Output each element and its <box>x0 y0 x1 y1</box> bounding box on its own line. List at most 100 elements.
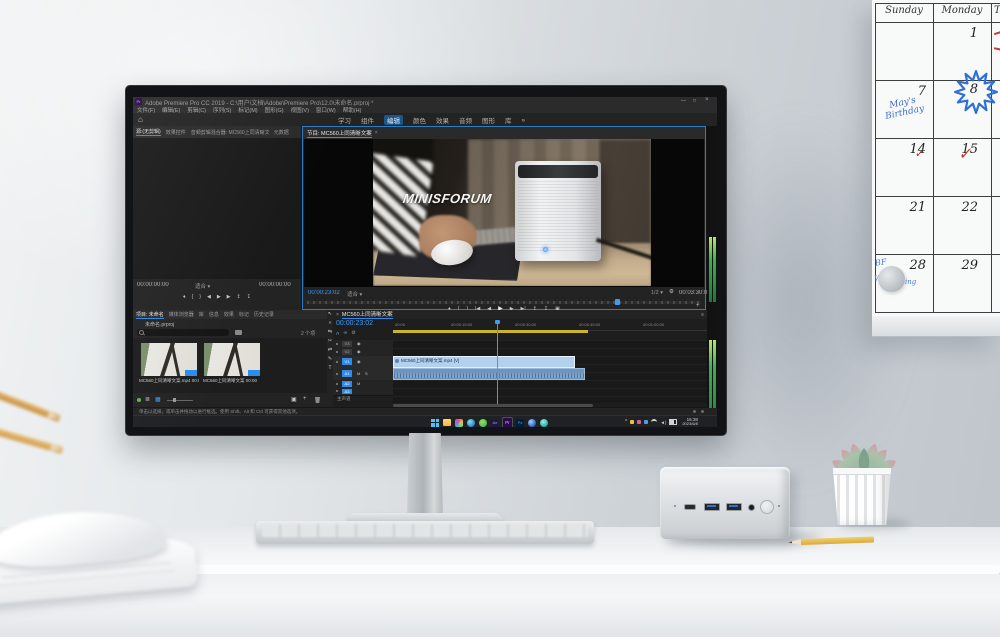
lock-icon[interactable] <box>336 383 338 385</box>
project-file-name[interactable]: 未命名.prproj <box>145 321 174 328</box>
home-icon[interactable]: ⌂ <box>138 115 143 124</box>
new-bin-icon[interactable]: ▣ <box>291 396 297 403</box>
tab-markers[interactable]: 标记 <box>239 311 249 318</box>
eye-icon[interactable]: ◉ <box>357 341 361 346</box>
insert-icon[interactable]: ↥ <box>237 294 241 300</box>
wifi-icon[interactable] <box>651 419 657 425</box>
capcut-icon[interactable] <box>540 419 548 427</box>
timeline-timecode[interactable]: 00:00:23:02 <box>336 320 373 327</box>
tab-effect-controls[interactable]: 效果控件 <box>166 129 186 136</box>
tray-app-icon[interactable] <box>644 420 648 424</box>
step-back-icon[interactable]: ◀ <box>207 294 211 300</box>
close-icon[interactable]: × <box>375 130 378 136</box>
settings-wrench-icon[interactable]: ⚙ <box>669 289 674 295</box>
tab-project[interactable]: 项目: 未命名 <box>136 311 164 319</box>
trash-icon[interactable] <box>315 397 320 403</box>
mute-icon[interactable]: M <box>357 371 360 376</box>
workspace-graphics[interactable]: 图形 <box>482 115 495 125</box>
edge-icon[interactable] <box>467 419 475 427</box>
timeline-scrollbar[interactable] <box>393 404 593 407</box>
clip-thumbnail[interactable] <box>141 343 197 376</box>
timeline-playhead[interactable] <box>497 320 498 406</box>
workspace-learn[interactable]: 学习 <box>338 115 351 125</box>
mute-icon[interactable]: M <box>357 381 360 386</box>
workspace-libraries[interactable]: 库 <box>505 115 512 125</box>
marker-icon[interactable]: ♦ <box>183 294 186 300</box>
usb-a-port[interactable] <box>704 503 720 511</box>
clip-name[interactable]: MC560上同清晰文案.mp4 00:00 <box>139 378 199 384</box>
workspace-audio[interactable]: 音频 <box>459 115 472 125</box>
track-badge[interactable]: V1 <box>342 358 352 365</box>
power-button[interactable] <box>760 500 774 514</box>
maximize-button[interactable]: □ <box>693 98 696 104</box>
tab-metadata[interactable]: 元数据 <box>274 129 289 136</box>
audio-jack[interactable] <box>748 504 755 511</box>
premiere-icon-active[interactable]: Pr <box>503 418 512 428</box>
add-button-icon[interactable]: + <box>696 303 700 309</box>
after-effects-icon[interactable]: Ae <box>491 419 499 427</box>
source-fit-dropdown[interactable]: 适合 ▾ <box>195 282 210 290</box>
tray-chevron-icon[interactable]: ^ <box>625 419 627 425</box>
icon-view-icon[interactable]: ▦ <box>155 396 161 403</box>
workspace-edit[interactable]: 编辑 <box>384 115 403 125</box>
usb-c-port[interactable] <box>684 504 696 510</box>
line-app-icon[interactable] <box>479 419 487 427</box>
minimize-button[interactable]: — <box>681 98 686 104</box>
list-view-icon[interactable]: ≣ <box>145 396 150 403</box>
tab-info[interactable]: 信息 <box>209 311 219 318</box>
audio-clip[interactable] <box>393 368 585 380</box>
clip-thumbnail[interactable] <box>204 343 260 376</box>
search-input[interactable] <box>137 329 229 336</box>
out-point-icon[interactable]: } <box>199 294 201 300</box>
taskbar-clock[interactable]: 16:38 2023/6/8 <box>682 418 698 427</box>
usb-a-port[interactable] <box>726 503 742 511</box>
tab-effects[interactable]: 效果 <box>224 311 234 318</box>
workspace-assembly[interactable]: 组件 <box>361 115 374 125</box>
zoom-slider-thumb[interactable] <box>173 398 176 402</box>
eye-icon[interactable]: ◉ <box>357 349 361 354</box>
lock-icon[interactable] <box>336 390 338 392</box>
workspace-overflow-icon[interactable]: » <box>522 117 526 124</box>
folder-icon[interactable] <box>235 330 242 335</box>
lock-icon[interactable] <box>336 343 338 345</box>
snap-icon[interactable]: ∪ <box>336 330 340 336</box>
program-fit-dropdown[interactable]: 适合 ▾ <box>347 290 362 298</box>
track-badge[interactable]: A2 <box>342 381 352 387</box>
tab-sequence[interactable]: MC560上同清晰文案 <box>342 310 393 319</box>
lock-icon[interactable] <box>336 373 338 375</box>
solo-icon[interactable]: S <box>365 371 368 376</box>
step-forward-icon[interactable]: ▶ <box>227 294 231 300</box>
track-badge[interactable]: V3 <box>342 341 352 347</box>
workspace-effects[interactable]: 效果 <box>436 115 449 125</box>
start-button[interactable] <box>431 419 439 427</box>
file-explorer-icon[interactable] <box>443 419 451 426</box>
linked-selection-icon[interactable]: ∞ <box>344 330 348 336</box>
track-badge[interactable]: V2 <box>342 349 352 355</box>
keyboard[interactable] <box>256 521 594 544</box>
program-seekbar[interactable] <box>307 301 701 304</box>
program-resolution-dropdown[interactable]: 1/2 ▾ <box>651 290 663 296</box>
tab-program[interactable]: 节目: MC560上同清晰文案 <box>307 129 372 138</box>
close-button[interactable]: × <box>705 97 709 103</box>
volume-icon[interactable]: ◄) <box>660 420 666 425</box>
battery-icon[interactable] <box>669 419 677 425</box>
tab-media-browser[interactable]: 媒体浏览器 <box>169 311 194 318</box>
overwrite-icon[interactable]: ↧ <box>247 294 251 300</box>
play-icon[interactable]: ▶ <box>217 294 221 300</box>
photoshop-icon[interactable]: Ps <box>516 419 524 427</box>
master-track-label[interactable]: 主声道 <box>337 396 351 402</box>
timeline-settings-icon[interactable]: ⚙ <box>351 330 355 336</box>
video-clip[interactable]: MC560上同清晰文案.mp4 [V] <box>393 356 575 368</box>
tab-libraries[interactable]: 库 <box>199 311 204 318</box>
tab-source[interactable]: 源:(无剪辑) <box>136 128 161 136</box>
track-badge[interactable]: A3 <box>342 389 352 394</box>
clip-name[interactable]: MC560上同清晰文案 00:00 <box>203 378 263 384</box>
panel-menu-icon[interactable]: ≡ <box>701 312 704 318</box>
lock-icon[interactable] <box>336 361 338 363</box>
zoom-slider[interactable] <box>167 400 193 401</box>
tray-app-icon[interactable] <box>630 420 634 424</box>
track-badge[interactable]: A1 <box>342 370 352 377</box>
timeline-playhead-grip[interactable] <box>495 320 500 324</box>
lock-icon[interactable] <box>336 351 338 353</box>
edge-beta-icon[interactable] <box>528 419 536 427</box>
